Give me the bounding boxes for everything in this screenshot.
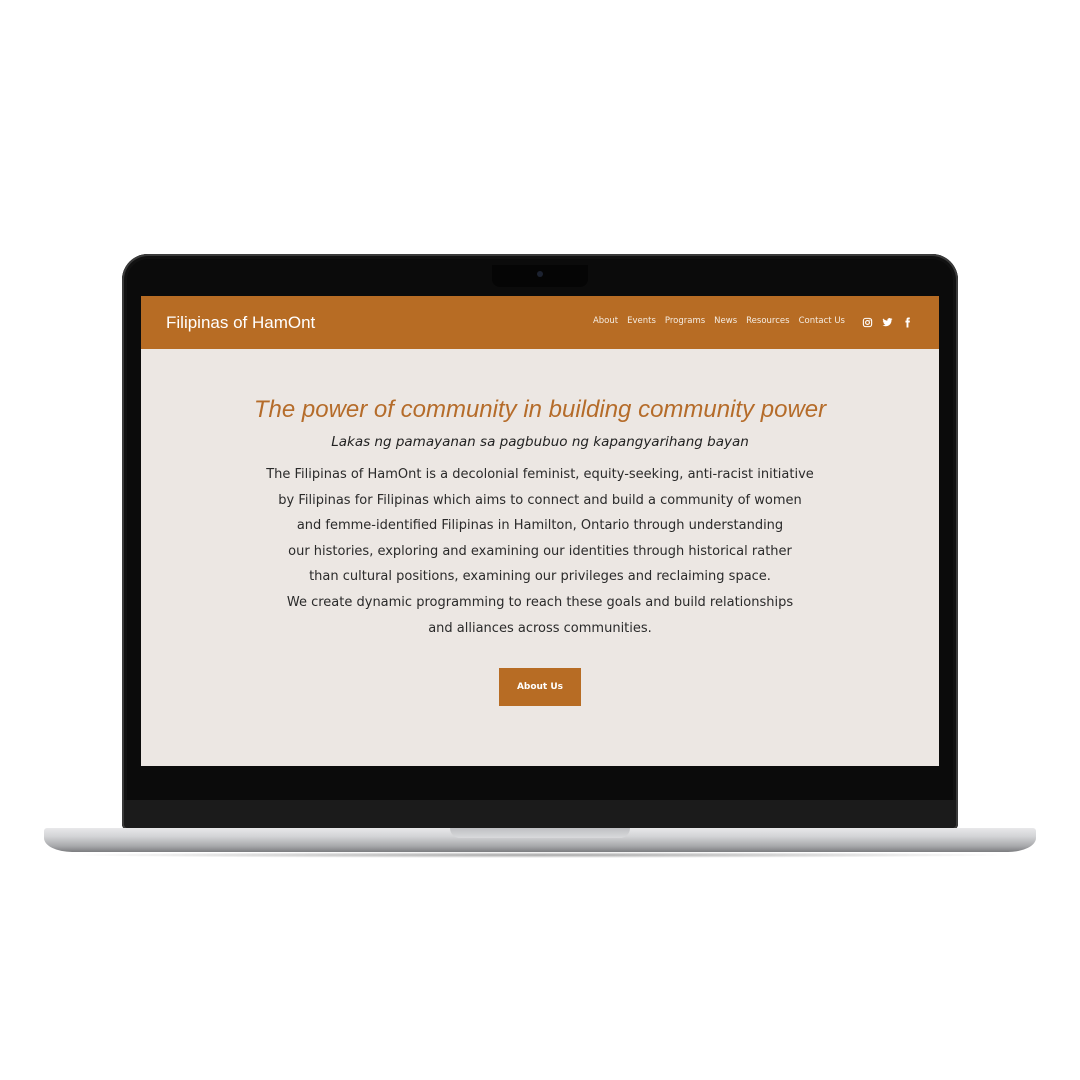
facebook-icon[interactable] — [902, 315, 913, 328]
nav-contact-us[interactable]: Contact Us — [799, 316, 845, 326]
laptop-screen: Filipinas of HamOnt About Events Program… — [141, 296, 939, 766]
laptop-bottom-bezel — [124, 800, 956, 828]
social-links — [862, 315, 913, 328]
description-line: our histories, exploring and examining o… — [288, 543, 792, 559]
twitter-icon[interactable] — [882, 315, 893, 327]
laptop-shadow — [60, 852, 1020, 858]
nav-resources[interactable]: Resources — [746, 316, 789, 326]
site-title[interactable]: Filipinas of HamOnt — [166, 313, 315, 333]
nav-news[interactable]: News — [714, 316, 737, 326]
description-line: and femme-identified Filipinas in Hamilt… — [296, 518, 784, 534]
description-line: and alliances across communities. — [428, 620, 652, 636]
hero-description: The Filipinas of HamOnt is a decolonial … — [230, 462, 850, 641]
description-line: by Filipinas for Filipinas which aims to… — [278, 492, 802, 508]
main-nav: About Events Programs News Resources Con… — [593, 316, 845, 326]
site-header: Filipinas of HamOnt About Events Program… — [141, 296, 939, 349]
instagram-icon[interactable] — [862, 315, 873, 328]
hero-title: The power of community in building commu… — [253, 396, 827, 423]
webcam-icon — [537, 271, 543, 277]
hero-section: The power of community in building commu… — [141, 349, 939, 707]
description-line: The Filipinas of HamOnt is a decolonial … — [266, 467, 814, 482]
hero-subtitle: Lakas ng pamayanan sa pagbubuo ng kapang… — [331, 434, 749, 450]
laptop-mockup: Filipinas of HamOnt About Events Program… — [0, 0, 1080, 1080]
description-line: We create dynamic programming to reach t… — [286, 594, 794, 610]
laptop-opening-notch — [450, 828, 630, 838]
nav-about[interactable]: About — [593, 316, 618, 326]
about-us-button[interactable]: About Us — [499, 668, 581, 707]
nav-programs[interactable]: Programs — [665, 316, 705, 326]
nav-events[interactable]: Events — [627, 316, 656, 326]
description-line: than cultural positions, examining our p… — [309, 569, 771, 585]
